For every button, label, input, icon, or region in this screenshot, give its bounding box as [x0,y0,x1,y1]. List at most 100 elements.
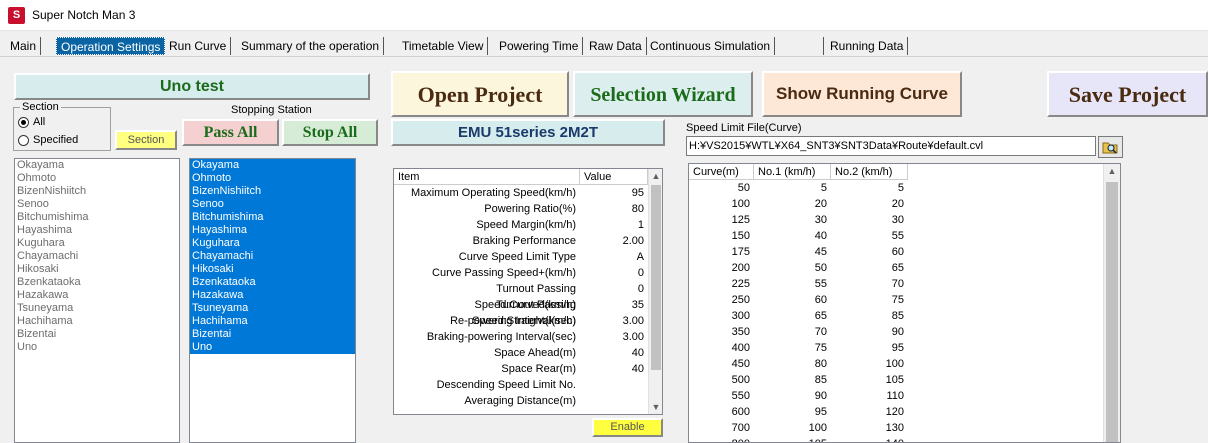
list-item[interactable]: Hachihama [15,315,179,328]
speed-cell-curve[interactable]: 350 [689,324,754,340]
section-all-radio[interactable]: All [18,116,45,128]
speed-cell-no1[interactable]: 65 [754,308,831,324]
browse-button[interactable] [1098,136,1123,158]
speed-cell-curve[interactable]: 500 [689,372,754,388]
tab-operation-settings[interactable]: Operation Settings [56,37,166,55]
scroll-down-icon[interactable]: ▼ [649,400,662,414]
open-project-button[interactable]: Open Project [391,71,569,117]
speed-cell-no1[interactable]: 95 [754,404,831,420]
speed-cell-no2[interactable]: 85 [831,308,908,324]
scroll-thumb[interactable] [651,185,661,370]
speed-cell-curve[interactable]: 175 [689,244,754,260]
param-value[interactable]: 3.00 [580,329,648,345]
param-value[interactable] [580,377,648,393]
tab-summary[interactable]: Summary of the operation [237,37,385,55]
list-item[interactable]: Bizentai [190,328,355,341]
speed-cell-curve[interactable]: 125 [689,212,754,228]
speed-cell-curve[interactable]: 800 [689,436,754,442]
list-item[interactable]: Uno [15,341,179,354]
speed-scrollbar[interactable]: ▲ [1103,164,1120,442]
speed-cell-curve[interactable]: 225 [689,276,754,292]
stop-all-button[interactable]: Stop All [282,119,378,146]
scroll-up-icon[interactable]: ▲ [649,169,662,183]
param-value[interactable] [580,393,648,409]
speed-cell-no2[interactable]: 95 [831,340,908,356]
tab-powering-time[interactable]: Powering Time [495,37,584,55]
tab-run-curve[interactable]: Run Curve [165,37,232,55]
speed-cell-curve[interactable]: 200 [689,260,754,276]
speed-cell-curve[interactable]: 50 [689,180,754,196]
speed-cell-no1[interactable]: 55 [754,276,831,292]
speed-cell-no1[interactable]: 100 [754,420,831,436]
list-item[interactable]: Ohmoto [15,172,179,185]
speed-cell-no2[interactable]: 30 [831,212,908,228]
speed-cell-curve[interactable]: 700 [689,420,754,436]
list-item[interactable]: Hazakawa [15,289,179,302]
param-value[interactable]: 80 [580,201,648,217]
list-item[interactable]: Hazakawa [190,289,355,302]
speed-cell-curve[interactable]: 150 [689,228,754,244]
show-running-curve-button[interactable]: Show Running Curve [762,71,962,117]
tab-timetable-view[interactable]: Timetable View [398,37,489,55]
list-item[interactable]: Senoo [15,198,179,211]
list-item[interactable]: Uno [190,341,355,354]
speed-cell-curve[interactable]: 250 [689,292,754,308]
tab-continuous-simulation[interactable]: Continuous Simulation [646,37,776,55]
speed-cell-no2[interactable]: 120 [831,404,908,420]
speed-cell-no1[interactable]: 70 [754,324,831,340]
speed-limit-file-input[interactable] [686,136,1096,156]
list-item[interactable]: Hikosaki [15,263,179,276]
param-value[interactable]: 2.00 [580,233,648,249]
speed-cell-no1[interactable]: 90 [754,388,831,404]
speed-cell-no1[interactable]: 30 [754,212,831,228]
list-item[interactable]: Hayashima [15,224,179,237]
list-item[interactable]: Tsuneyama [15,302,179,315]
list-item[interactable]: Hikosaki [190,263,355,276]
list-item[interactable]: Okayama [15,159,179,172]
list-item[interactable]: Bzenkataoka [15,276,179,289]
param-value[interactable]: 3.00 [580,313,648,329]
speed-cell-no1[interactable]: 75 [754,340,831,356]
speed-cell-no2[interactable]: 55 [831,228,908,244]
speed-cell-no2[interactable]: 110 [831,388,908,404]
speed-cell-no2[interactable]: 105 [831,372,908,388]
param-value[interactable]: 35 [580,297,648,313]
param-value[interactable]: 0 [580,281,648,297]
section-button[interactable]: Section [115,130,177,150]
list-item[interactable]: Chayamachi [190,250,355,263]
speed-cell-no2[interactable]: 75 [831,292,908,308]
speed-cell-no1[interactable]: 40 [754,228,831,244]
speed-cell-no2[interactable]: 130 [831,420,908,436]
speed-cell-no2[interactable]: 90 [831,324,908,340]
speed-cell-no1[interactable]: 20 [754,196,831,212]
speed-cell-no2[interactable]: 100 [831,356,908,372]
enable-button[interactable]: Enable [592,418,663,437]
selection-wizard-button[interactable]: Selection Wizard [573,71,753,117]
speed-cell-no1[interactable]: 50 [754,260,831,276]
param-value[interactable]: 1 [580,217,648,233]
speed-cell-no2[interactable]: 20 [831,196,908,212]
scroll-up-icon[interactable]: ▲ [1104,164,1120,178]
param-value[interactable]: 0 [580,265,648,281]
speed-cell-no2[interactable]: 60 [831,244,908,260]
stopping-station-list[interactable]: Okayama Ohmoto BizenNishiitch Senoo Bitchumi… [189,158,356,443]
list-item[interactable]: Kuguhara [190,237,355,250]
speed-cell-curve[interactable]: 400 [689,340,754,356]
tab-main[interactable]: Main [6,37,42,55]
list-item[interactable]: BizenNishiitch [190,185,355,198]
list-item[interactable]: Senoo [190,198,355,211]
param-value[interactable]: 40 [580,361,648,377]
list-item[interactable]: Kuguhara [15,237,179,250]
tab-running-data[interactable]: Running Data [826,37,909,55]
tab-raw-data[interactable]: Raw Data [585,37,647,55]
list-item[interactable]: Bitchumishima [15,211,179,224]
speed-cell-no1[interactable]: 45 [754,244,831,260]
section-station-list[interactable]: Okayama Ohmoto BizenNishiitch Senoo Bitchumi… [14,158,180,443]
list-item[interactable]: Bzenkataoka [190,276,355,289]
speed-cell-no2[interactable]: 5 [831,180,908,196]
param-scrollbar[interactable]: ▲ ▼ [648,169,662,414]
list-item[interactable]: Tsuneyama [190,302,355,315]
list-item[interactable]: Okayama [190,159,355,172]
scroll-thumb[interactable] [1106,182,1118,442]
save-project-button[interactable]: Save Project [1047,71,1208,117]
